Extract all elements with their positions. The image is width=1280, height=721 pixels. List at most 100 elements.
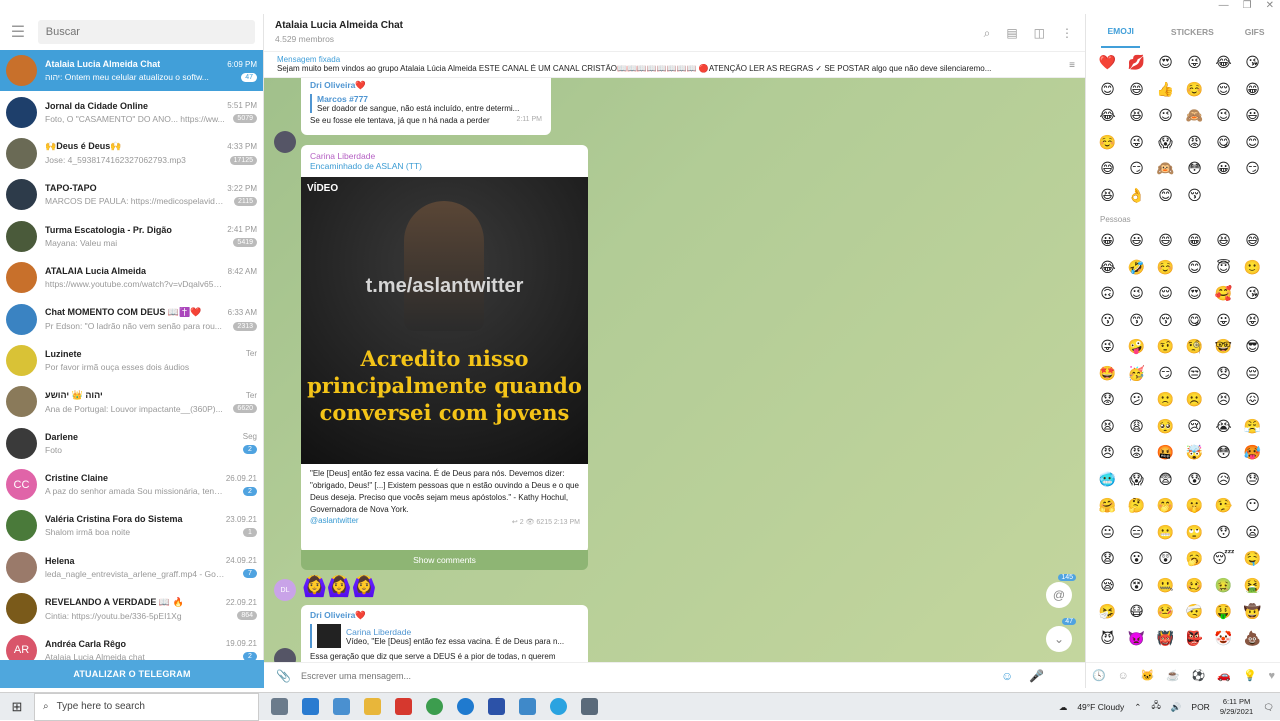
emoji-item[interactable]: 😊 xyxy=(1151,183,1180,210)
emoji-item[interactable]: 🤬 xyxy=(1151,440,1180,467)
avatar[interactable] xyxy=(274,131,296,153)
emoji-item[interactable]: 🤒 xyxy=(1151,599,1180,626)
edge-icon[interactable] xyxy=(302,698,319,715)
emoji-item[interactable]: 😡 xyxy=(1180,130,1209,157)
pinned-message[interactable]: Mensagem fixada Sejam muito bem vindos a… xyxy=(264,52,1085,78)
emoji-item[interactable]: 😟 xyxy=(1093,387,1122,414)
emoji-item[interactable]: 😂 xyxy=(1093,255,1122,282)
emoji-item[interactable]: 🤯 xyxy=(1180,440,1209,467)
emoji-item[interactable]: 😅 xyxy=(1238,228,1267,255)
emoji-item[interactable]: 😘 xyxy=(1238,50,1267,77)
emoji-item[interactable]: 🤠 xyxy=(1238,599,1267,626)
emoji-item[interactable]: 🤗 xyxy=(1093,493,1122,520)
minimize-icon[interactable]: — xyxy=(1219,0,1229,11)
emoji-item[interactable]: 💩 xyxy=(1238,626,1267,653)
emoji-item[interactable]: 🙄 xyxy=(1180,520,1209,547)
emoji-item[interactable]: 😕 xyxy=(1122,387,1151,414)
emoji-item[interactable]: 😧 xyxy=(1093,546,1122,573)
emoji-item[interactable]: 😓 xyxy=(1238,467,1267,494)
store-icon[interactable] xyxy=(488,698,505,715)
emoji-item[interactable]: 😐 xyxy=(1093,520,1122,547)
emoji-item[interactable]: 😑 xyxy=(1122,520,1151,547)
emoji-item[interactable]: 😘 xyxy=(1238,281,1267,308)
recent-icon[interactable]: 🕓 xyxy=(1092,669,1106,682)
search-input[interactable] xyxy=(37,20,255,44)
emoji-item[interactable]: 😌 xyxy=(1151,281,1180,308)
emoji-item[interactable]: ❤️ xyxy=(1093,50,1122,77)
emoji-item[interactable]: 😚 xyxy=(1151,308,1180,335)
chat-item[interactable]: Helena 24.09.21 leda_nagle_entrevista_arl… xyxy=(0,547,263,588)
telegram-icon[interactable] xyxy=(550,698,567,715)
chat-item[interactable]: REVELANDO A VERDADE 📖 🔥 22.09.21 Cintia: … xyxy=(0,588,263,629)
emoji-item[interactable]: 🙉 xyxy=(1151,156,1180,183)
chat-title[interactable]: Atalaia Lucia Almeida Chat xyxy=(275,20,1074,31)
emoji-item[interactable]: 😍 xyxy=(1180,281,1209,308)
emoji-item[interactable]: 😲 xyxy=(1151,546,1180,573)
more-options-icon[interactable]: ⋮ xyxy=(1061,26,1073,41)
calculator-icon[interactable] xyxy=(333,698,350,715)
emoji-item[interactable]: 🤔 xyxy=(1122,493,1151,520)
tray-chevron-icon[interactable]: ⌃ xyxy=(1134,702,1141,713)
emoji-item[interactable]: 😛 xyxy=(1209,308,1238,335)
emoji-item[interactable]: 👺 xyxy=(1180,626,1209,653)
chat-item[interactable]: Atalaia Lucia Almeida Chat 6:09 PM יהוה: … xyxy=(0,50,263,92)
sidebar-toggle-icon[interactable]: ◫ xyxy=(1034,26,1045,41)
message-sender[interactable]: Carina Liberdade xyxy=(310,151,579,161)
emoji-item[interactable]: 😚 xyxy=(1180,183,1209,210)
emoji-item[interactable]: 🤫 xyxy=(1180,493,1209,520)
message-input[interactable] xyxy=(300,670,1001,681)
search-icon[interactable]: ⌕ xyxy=(984,26,991,41)
emoji-item[interactable]: 😁 xyxy=(1238,77,1267,104)
emoji-item[interactable]: 🥰 xyxy=(1209,281,1238,308)
objects-category-icon[interactable]: 💡 xyxy=(1243,669,1257,682)
emoji-item[interactable]: 🤕 xyxy=(1180,599,1209,626)
emoji-item[interactable]: 😢 xyxy=(1180,414,1209,441)
emoji-item[interactable]: 🤪 xyxy=(1122,334,1151,361)
forwarded-from[interactable]: Encaminhado de ASLAN (TT) xyxy=(310,161,579,171)
tab-stickers[interactable]: STICKERS xyxy=(1171,27,1214,37)
emoji-item[interactable]: 🙁 xyxy=(1151,387,1180,414)
notifications-icon[interactable]: 🗨 xyxy=(1263,702,1274,713)
smiley-category-icon[interactable]: ☺ xyxy=(1118,670,1129,682)
emoji-item[interactable]: 😝 xyxy=(1238,308,1267,335)
emoji-item[interactable]: 🧐 xyxy=(1180,334,1209,361)
emoji-item[interactable]: 😱 xyxy=(1122,467,1151,494)
emoji-item[interactable]: 😋 xyxy=(1180,308,1209,335)
emoji-item[interactable]: 😦 xyxy=(1238,520,1267,547)
office-icon[interactable] xyxy=(395,698,412,715)
file-explorer-icon[interactable] xyxy=(364,698,381,715)
emoji-item[interactable]: 😨 xyxy=(1151,467,1180,494)
scroll-down-button[interactable]: ⌄ 47 xyxy=(1046,618,1076,652)
microphone-icon[interactable]: 🎤 xyxy=(1029,669,1044,683)
emoji-item[interactable]: 😏 xyxy=(1238,156,1267,183)
chat-item[interactable]: Chat MOMENTO COM DEUS 📖✝️❤️ 6:33 AM Pr Ed… xyxy=(0,298,263,339)
taskbar-search[interactable]: ⌕ Type here to search xyxy=(34,692,259,721)
emoji-item[interactable]: 😍 xyxy=(1151,50,1180,77)
symbols-category-icon[interactable]: ♥ xyxy=(1269,670,1276,682)
travel-category-icon[interactable]: 🚗 xyxy=(1217,669,1231,682)
emoji-item[interactable]: 🤩 xyxy=(1093,361,1122,388)
animal-category-icon[interactable]: 🐱 xyxy=(1141,669,1155,682)
reply-quote[interactable]: Carina Liberdade Vídeo, "Ele [Deus] entã… xyxy=(310,624,579,648)
emoji-item[interactable]: 😂 xyxy=(1093,103,1122,130)
chrome-icon[interactable] xyxy=(426,698,443,715)
emoji-item[interactable]: 😔 xyxy=(1238,361,1267,388)
show-comments-button[interactable]: Show comments xyxy=(301,550,588,570)
message-sender[interactable]: Dri Oliveira❤️ xyxy=(310,610,579,621)
emoji-item[interactable]: 😵 xyxy=(1122,573,1151,600)
attach-icon[interactable]: 📎 xyxy=(276,669,291,683)
emoji-item[interactable]: 🤑 xyxy=(1209,599,1238,626)
emoji-item[interactable]: 😣 xyxy=(1209,387,1238,414)
emoji-item[interactable]: 😯 xyxy=(1209,520,1238,547)
chat-item[interactable]: 🙌Deus é Deus🙌 4:33 PM Jose: 4_59381741623… xyxy=(0,133,263,174)
emoji-item[interactable]: 😌 xyxy=(1209,77,1238,104)
emoji-item[interactable]: 🤮 xyxy=(1238,573,1267,600)
emoji-item[interactable]: 😊 xyxy=(1093,77,1122,104)
emoji-item[interactable]: 🤨 xyxy=(1151,334,1180,361)
hamburger-menu-icon[interactable]: ☰ xyxy=(8,22,28,42)
emoji-item[interactable]: 🤧 xyxy=(1093,599,1122,626)
message-sender[interactable]: Dri Oliveira❤️ xyxy=(310,80,542,91)
emoji-item[interactable]: 😜 xyxy=(1122,130,1151,157)
emoji-item[interactable]: 😠 xyxy=(1093,440,1122,467)
emoji-item[interactable]: 😱 xyxy=(1151,130,1180,157)
